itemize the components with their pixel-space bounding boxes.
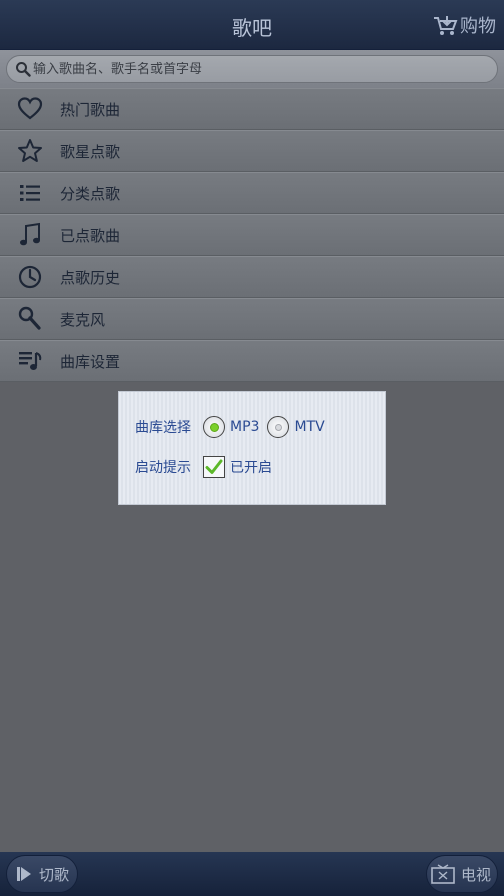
tv-label: 电视 bbox=[461, 865, 492, 884]
radio-unselected-indicator bbox=[267, 416, 290, 438]
list-icon bbox=[0, 180, 60, 206]
startup-tip-row: 启动提示 已开启 bbox=[135, 456, 272, 478]
cart-icon bbox=[434, 16, 458, 35]
library-settings-dialog: 曲库选择 MP3 MTV 启动提示 已开启 bbox=[118, 391, 386, 505]
app-header: 歌吧 购物 bbox=[0, 0, 504, 50]
library-select-label: 曲库选择 bbox=[135, 420, 191, 436]
shop-label: 购物 bbox=[460, 16, 496, 37]
radio-mtv[interactable]: MTV bbox=[267, 416, 325, 438]
bottom-bar: 切歌 电视 bbox=[0, 852, 504, 896]
search-input[interactable] bbox=[33, 61, 473, 77]
shop-button[interactable]: 购物 bbox=[432, 12, 496, 38]
music-note-icon bbox=[0, 222, 60, 248]
microphone-icon bbox=[0, 306, 60, 332]
tv-button[interactable]: 电视 bbox=[426, 855, 498, 893]
menu-item-history[interactable]: 点歌历史 bbox=[0, 256, 504, 298]
menu-item-ordered[interactable]: 已点歌曲 bbox=[0, 214, 504, 256]
heart-icon bbox=[0, 96, 60, 122]
menu-item-label: 麦克风 bbox=[60, 310, 106, 329]
menu-item-label: 歌星点歌 bbox=[60, 142, 121, 161]
search-field[interactable] bbox=[6, 55, 498, 83]
menu-item-hot-songs[interactable]: 热门歌曲 bbox=[0, 88, 504, 130]
playlist-settings-icon bbox=[0, 348, 60, 374]
library-select-row: 曲库选择 MP3 MTV bbox=[135, 416, 333, 438]
menu-item-library-settings[interactable]: 曲库设置 bbox=[0, 340, 504, 382]
menu-item-label: 曲库设置 bbox=[60, 352, 121, 371]
menu-item-label: 热门歌曲 bbox=[60, 100, 121, 119]
radio-mtv-label: MTV bbox=[294, 419, 325, 435]
checkmark-icon bbox=[205, 459, 223, 474]
radio-mp3-label: MP3 bbox=[230, 419, 260, 435]
switch-song-button[interactable]: 切歌 bbox=[6, 855, 78, 893]
menu-item-label: 已点歌曲 bbox=[60, 226, 121, 245]
startup-tip-label: 启动提示 bbox=[135, 460, 191, 476]
startup-tip-value: 已开启 bbox=[230, 460, 272, 476]
search-bar bbox=[0, 50, 504, 88]
page-title: 歌吧 bbox=[232, 16, 272, 40]
skip-next-icon bbox=[17, 867, 31, 881]
switch-song-label: 切歌 bbox=[39, 865, 70, 884]
menu-item-microphone[interactable]: 麦克风 bbox=[0, 298, 504, 340]
menu-item-label: 分类点歌 bbox=[60, 184, 121, 203]
star-icon bbox=[0, 138, 60, 164]
menu-item-label: 点歌历史 bbox=[60, 268, 121, 287]
main-menu: 热门歌曲 歌星点歌 分类点歌 已点歌曲 点歌历史 麦克风 曲库设置 bbox=[0, 88, 504, 382]
radio-selected-indicator bbox=[203, 416, 225, 438]
clock-icon bbox=[0, 264, 60, 290]
menu-item-singer[interactable]: 歌星点歌 bbox=[0, 130, 504, 172]
tv-icon bbox=[431, 864, 455, 884]
menu-item-category[interactable]: 分类点歌 bbox=[0, 172, 504, 214]
checkbox-checked bbox=[203, 456, 225, 478]
startup-tip-checkbox[interactable]: 已开启 bbox=[203, 456, 272, 478]
radio-mp3[interactable]: MP3 bbox=[203, 416, 259, 438]
search-icon bbox=[16, 62, 31, 77]
